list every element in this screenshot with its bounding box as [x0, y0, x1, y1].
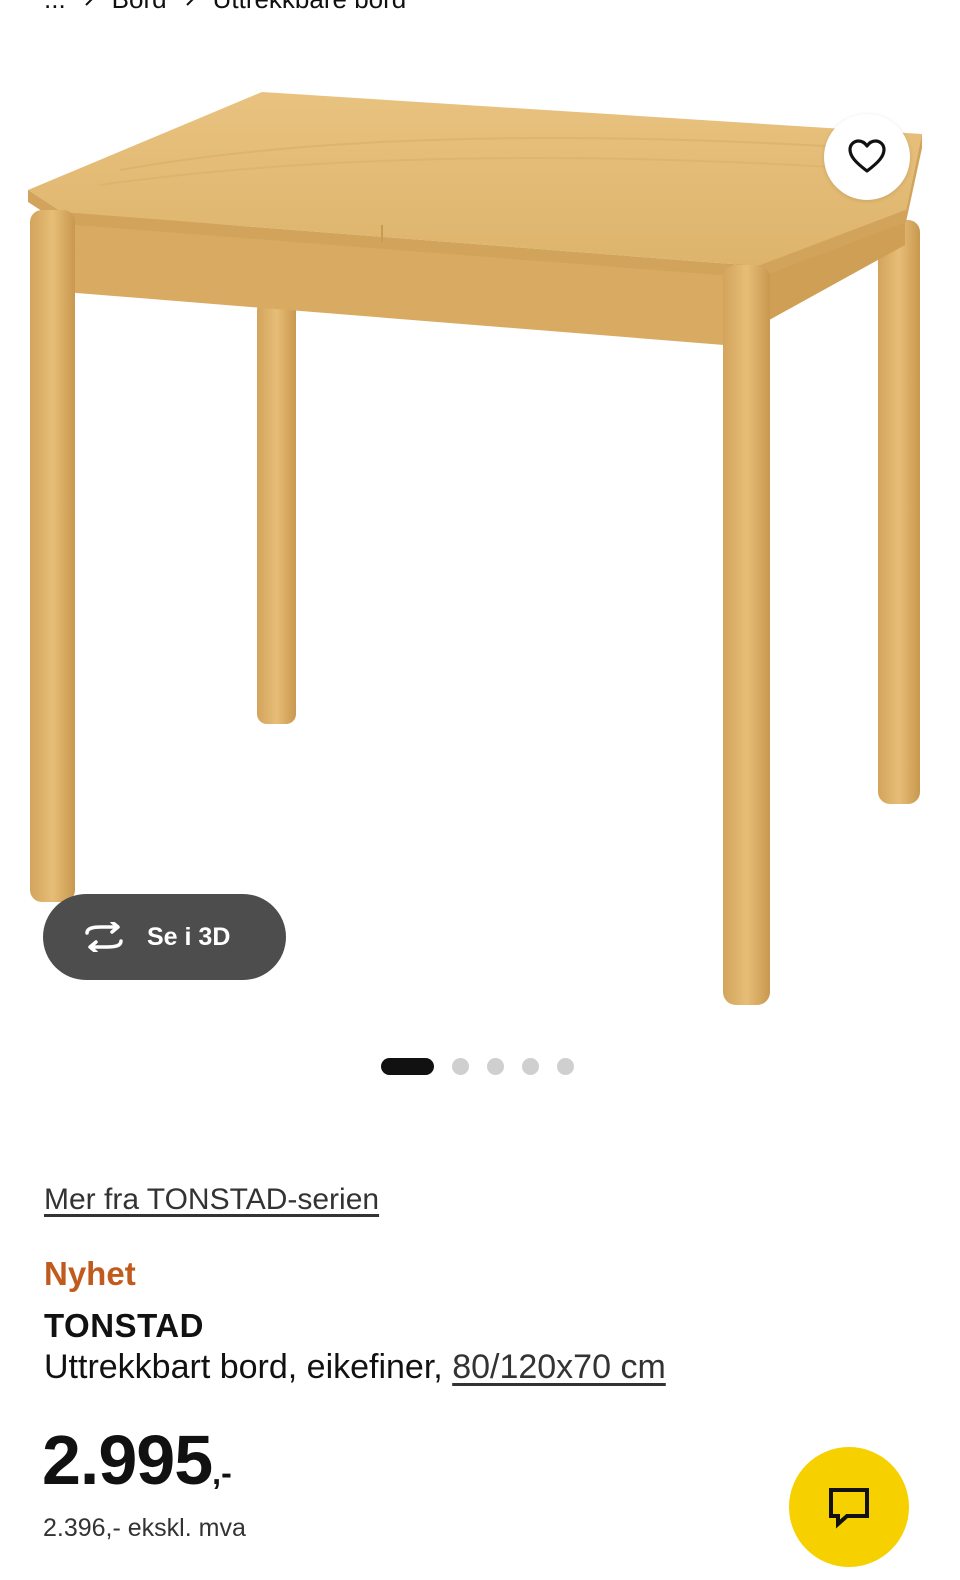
- view-in-3d-label: Se i 3D: [147, 922, 231, 951]
- heart-outline-icon: [848, 139, 886, 173]
- price-ex-vat: 2.396,- ekskl. mva: [43, 1514, 246, 1542]
- product-description: Uttrekkbart bord, eikefiner, 80/120x70 c…: [44, 1348, 666, 1387]
- breadcrumb-item-ellipsis[interactable]: ...: [44, 0, 66, 15]
- carousel-dot-3[interactable]: [487, 1058, 504, 1075]
- new-badge: Nyhet: [44, 1255, 136, 1292]
- chevron-right-icon: [82, 0, 96, 6]
- favorite-button[interactable]: [824, 114, 910, 200]
- breadcrumb: ... Bord Uttrekkbare bord: [44, 0, 407, 15]
- carousel-dot-5[interactable]: [557, 1058, 574, 1075]
- product-image[interactable]: [0, 60, 960, 1020]
- carousel-dot-4[interactable]: [522, 1058, 539, 1075]
- product-name: TONSTAD: [44, 1307, 204, 1344]
- chat-button[interactable]: [789, 1447, 909, 1567]
- view-in-3d-button[interactable]: Se i 3D: [43, 894, 286, 980]
- product-description-text: Uttrekkbart bord, eikefiner,: [44, 1348, 453, 1386]
- series-link[interactable]: Mer fra TONSTAD-serien: [44, 1183, 379, 1217]
- chevron-right-icon: [183, 0, 197, 6]
- dimensions-link[interactable]: 80/120x70 cm: [452, 1348, 666, 1386]
- chat-bubble-icon: [829, 1488, 869, 1529]
- price: 2.995 ,-: [42, 1420, 232, 1500]
- image-carousel-indicator: [381, 1058, 574, 1075]
- carousel-dot-2[interactable]: [452, 1058, 469, 1075]
- carousel-dot-1[interactable]: [381, 1058, 434, 1075]
- breadcrumb-item-bord[interactable]: Bord: [112, 0, 167, 15]
- price-suffix: ,-: [212, 1455, 232, 1491]
- rotate-3d-icon: [85, 922, 123, 952]
- price-main: 2.995: [42, 1421, 213, 1499]
- breadcrumb-item-uttrekkbare-bord[interactable]: Uttrekkbare bord: [213, 0, 407, 15]
